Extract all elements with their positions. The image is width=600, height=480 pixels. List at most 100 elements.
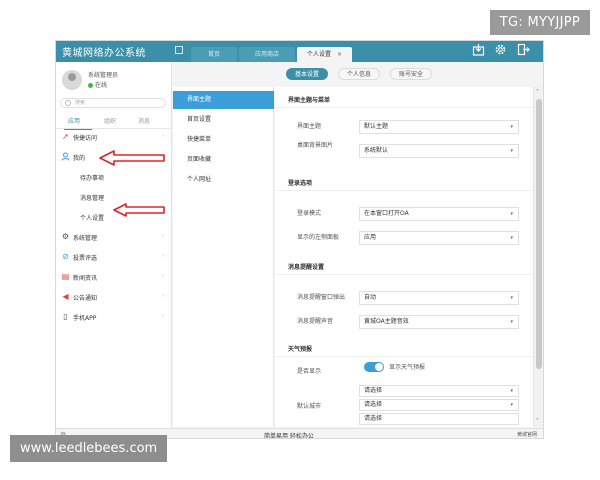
city-select-district[interactable]: 请选择 — [359, 413, 519, 425]
settings-menu: 界面主题 首页设置 快捷菜单 页面收藏 个人网址 — [173, 87, 274, 427]
rocket-icon: ➚ — [62, 132, 69, 141]
chevron-right-icon: › — [162, 253, 164, 259]
background-select[interactable]: 系统默认 ▾ — [359, 144, 519, 158]
row-label-background: 桌面背景图片 — [297, 142, 334, 149]
tab-app-store[interactable]: 应用商店 — [239, 47, 295, 62]
user-status: 在线 — [88, 80, 107, 89]
row-label-left-panel: 显示的左侧面板 — [297, 234, 340, 241]
subtab-account-security[interactable]: 账号安全 — [390, 68, 433, 80]
chevron-right-icon: › — [162, 293, 164, 299]
search-input[interactable]: 搜索 — [60, 98, 166, 108]
section-title-weather: 天气预报 — [288, 346, 313, 353]
sidebar-tab-org[interactable]: 组织 — [104, 116, 116, 125]
tab-app-store-label: 应用商店 — [254, 51, 279, 58]
nav-item-voting[interactable]: ⊘ 投票评选 › — [56, 250, 172, 264]
chevron-down-icon: ▾ — [510, 235, 513, 241]
chevron-down-icon: ▾ — [510, 124, 513, 130]
scroll-up-icon[interactable]: ˄ — [536, 89, 539, 96]
nav-item-quick-access[interactable]: ➚ 快捷访问 › — [56, 130, 172, 144]
chevron-down-icon: ▾ — [510, 295, 513, 301]
chevron-right-icon: › — [162, 273, 164, 279]
tabs-menu-icon[interactable] — [175, 46, 183, 54]
sound-select-value: 黄城OA主题音效 — [364, 318, 409, 325]
nav-item-label: 投票评选 — [73, 255, 98, 262]
gear-icon[interactable] — [493, 43, 508, 58]
login-mode-select[interactable]: 在本窗口打开OA ▾ — [359, 207, 519, 221]
section-title-notifications: 消息提醒设置 — [288, 264, 325, 271]
watermark-bottom: www.leedlebees.com — [10, 435, 168, 462]
red-arrow-annotation — [113, 203, 165, 217]
city-select-city[interactable]: 请选择 ▾ — [359, 399, 519, 411]
divider — [275, 107, 533, 108]
menu-item-theme[interactable]: 界面主题 — [173, 91, 274, 109]
vote-icon: ⊘ — [62, 252, 69, 261]
popup-select-value: 自动 — [364, 294, 377, 301]
login-mode-select-value: 在本窗口打开OA — [364, 210, 409, 217]
menu-item-favorites[interactable]: 页面收藏 — [173, 151, 274, 169]
nav-item-label: 待办事项 — [80, 175, 105, 182]
official-site-link[interactable]: 黄城官网 — [517, 431, 537, 438]
gear-icon: ⚙ — [61, 232, 70, 241]
chevron-down-icon: ▾ — [510, 148, 513, 154]
nav-item-news[interactable]: ▤ 新闻资讯 › — [56, 270, 172, 284]
news-icon: ▤ — [61, 272, 70, 281]
divider — [275, 356, 533, 357]
nav-item-label: 快捷访问 — [73, 135, 98, 142]
city-select-province[interactable]: 请选择 ▾ — [359, 385, 519, 397]
sidebar-tab-apps[interactable]: 应用 — [68, 116, 80, 125]
download-icon[interactable] — [471, 43, 486, 58]
tab-home-label: 首页 — [207, 51, 220, 58]
row-label-show-weather: 是否显示 — [297, 368, 322, 375]
menu-item-personal-url[interactable]: 个人网址 — [173, 171, 274, 189]
online-dot-icon — [88, 83, 93, 88]
weather-toggle-label: 显示天气预报 — [389, 364, 426, 371]
sidebar-tabs: 应用 组织 消息 — [56, 116, 172, 130]
tab-personal-settings[interactable]: 个人设置 × — [297, 47, 352, 62]
avatar[interactable] — [62, 70, 82, 90]
chevron-down-icon: ▾ — [510, 211, 513, 217]
sidebar-tabs-divider — [56, 128, 172, 129]
nav-item-label: 手机APP — [73, 315, 97, 322]
sound-select[interactable]: 黄城OA主题音效 ▾ — [359, 315, 519, 329]
popup-select[interactable]: 自动 ▾ — [359, 291, 519, 305]
phone-icon: ▯ — [63, 312, 68, 321]
user-card[interactable]: 系统管理员 在线 — [60, 67, 168, 95]
nav-item-label: 系统管理 — [73, 235, 98, 242]
megaphone-icon: ◀ — [62, 292, 69, 301]
theme-select-value: 默认主题 — [364, 123, 389, 130]
row-label-login-mode: 登录模式 — [297, 210, 322, 217]
nav-item-system-management[interactable]: ⚙ 系统管理 › — [56, 230, 172, 244]
background-select-value: 系统默认 — [364, 147, 389, 154]
subtab-personal-info[interactable]: 个人信息 — [338, 68, 381, 80]
chevron-down-icon: ▾ — [510, 388, 513, 394]
tab-close-icon[interactable]: × — [337, 47, 342, 62]
user-name: 系统管理员 — [88, 72, 119, 79]
theme-select[interactable]: 默认主题 ▾ — [359, 120, 519, 134]
row-label-default-city: 默认城市 — [297, 403, 322, 410]
red-arrow-annotation — [99, 150, 165, 166]
watermark-top: TG: MYYJJPP — [489, 10, 590, 35]
vertical-scrollbar[interactable]: ˄ ˅ — [533, 87, 543, 427]
nav-item-announcements[interactable]: ◀ 公告通知 › — [56, 290, 172, 304]
subtab-basic-settings[interactable]: 基本设置 — [286, 68, 329, 80]
sidebar: 系统管理员 在线 搜索 应用 组织 消息 ➚ 快捷访问 › 我的 ⌄ 待办事项 … — [56, 62, 172, 428]
scroll-down-icon[interactable]: ˅ — [536, 418, 539, 425]
city-select-value: 请选择 — [364, 401, 383, 408]
left-panel-select-value: 应用 — [364, 234, 377, 241]
tab-home[interactable]: 首页 — [191, 47, 237, 62]
scrollbar-thumb[interactable] — [536, 99, 542, 369]
divider — [275, 274, 533, 275]
menu-item-home-settings[interactable]: 首页设置 — [173, 111, 274, 129]
nav-subitem-todo[interactable]: 待办事项 — [56, 170, 172, 184]
sidebar-tab-messages[interactable]: 消息 — [138, 116, 150, 125]
user-icon — [61, 152, 70, 161]
nav-item-mobile-app[interactable]: ▯ 手机APP › — [56, 310, 172, 324]
weather-toggle[interactable] — [364, 362, 384, 372]
logout-icon[interactable] — [516, 43, 531, 58]
left-panel-select[interactable]: 应用 ▾ — [359, 231, 519, 245]
oa-app-window: 黄城网络办公系统 首页 应用商店 个人设置 × 系统管理员 在线 搜索 应用 组… — [55, 40, 544, 439]
menu-item-quick-menu[interactable]: 快捷菜单 — [173, 131, 274, 149]
chevron-right-icon: › — [162, 133, 164, 139]
chevron-right-icon: › — [162, 313, 164, 319]
status-slogan: 简单易用 轻松办公 — [264, 433, 314, 439]
